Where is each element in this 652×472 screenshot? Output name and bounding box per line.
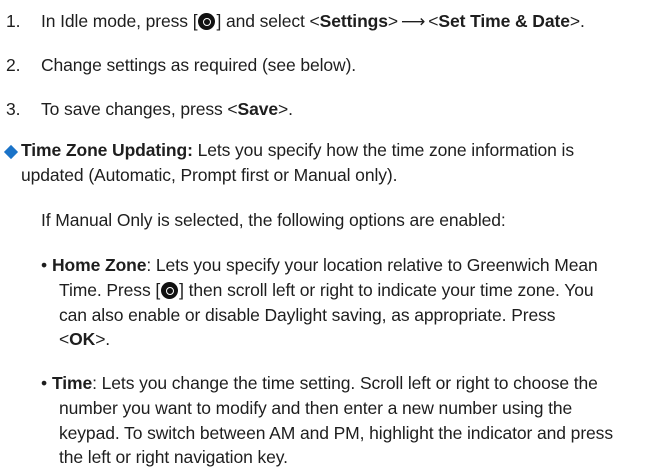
menu-settings: Settings	[319, 11, 388, 31]
option-title: Time Zone Updating:	[21, 140, 193, 160]
diamond-bullet-icon	[3, 144, 19, 160]
sub-option-time: Time: Lets you change the time setting. …	[52, 373, 598, 393]
bullet-icon: •	[41, 373, 48, 393]
step-number: 1.	[6, 11, 21, 31]
option-time-zone-updating: Time Zone Updating: Lets you specify how…	[21, 138, 574, 163]
nav-key-icon	[198, 13, 216, 30]
step-text: Change settings as required (see below).	[41, 55, 357, 75]
nav-key-icon	[161, 282, 179, 299]
sub-option-home-zone: Home Zone: Lets you specify your locatio…	[52, 255, 598, 275]
bullet-icon: •	[41, 255, 48, 275]
sub-option-title: Home Zone	[52, 255, 147, 275]
step-number: 3.	[6, 99, 21, 119]
option-desc-line-2: updated (Automatic, Prompt first or Manu…	[21, 165, 398, 185]
manual-page: 1. In Idle mode, press [] and select <Se…	[0, 0, 652, 472]
menu-set-time-date: Set Time & Date	[438, 11, 570, 31]
save-label: Save	[237, 99, 279, 119]
step-text: In Idle mode, press [	[41, 11, 198, 31]
step-text: To save changes, press <	[41, 99, 238, 119]
step-number: 2.	[6, 55, 21, 75]
option-desc: Lets you specify how the time zone infor…	[192, 140, 575, 160]
manual-only-note: If Manual Only is selected, the followin…	[41, 210, 506, 230]
ok-label: OK	[69, 329, 96, 349]
sub-option-title: Time	[52, 373, 93, 393]
arrow-right-icon: ⟶	[401, 12, 426, 32]
